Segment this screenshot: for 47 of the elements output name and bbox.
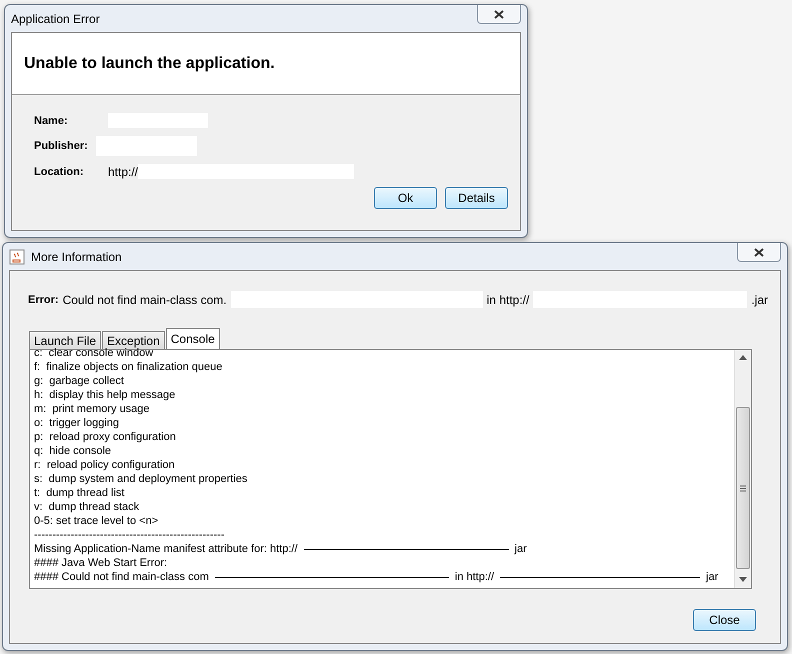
console-line: 0-5: set trace level to <n> <box>34 515 158 527</box>
console-line: jar <box>514 543 527 555</box>
console-line: #### Could not find main-class com <box>34 571 209 583</box>
error-text: .jar <box>751 292 768 306</box>
console-line: r: reload policy configuration <box>34 459 175 471</box>
details-button[interactable]: Details <box>445 187 508 209</box>
scroll-thumb[interactable] <box>736 407 750 569</box>
close-icon <box>754 248 764 256</box>
console-line: g: garbage collect <box>34 375 124 387</box>
close-button[interactable] <box>477 5 521 24</box>
console-line: m: print memory usage <box>34 403 150 415</box>
java-cup-icon <box>9 248 25 264</box>
tab[interactable]: Launch File <box>29 331 102 349</box>
field-label: Name: <box>34 114 69 126</box>
close-button[interactable] <box>737 243 781 262</box>
window-title: More Information <box>31 250 123 264</box>
console-line: f: finalize objects on finalization queue <box>34 361 222 373</box>
scroll-down-arrow-icon[interactable] <box>739 577 747 582</box>
close-icon <box>494 10 504 18</box>
console-line: #### Java Web Start Error: <box>34 557 168 569</box>
error-text: Could not find main-class com. <box>62 292 227 306</box>
grip-icon <box>740 484 746 492</box>
console-line: Missing Application-Name manifest attribute for: http:// <box>34 543 298 555</box>
scrollbar[interactable] <box>734 350 751 588</box>
error-heading: Unable to launch the application. <box>24 54 275 72</box>
ok-button[interactable]: Ok <box>374 187 437 209</box>
console-line: ---------------------------------------------------- <box>34 529 224 541</box>
console-line: s: dump system and deployment properties <box>34 473 248 485</box>
console-line: in http:// <box>454 571 494 583</box>
console-line: c: clear console window <box>34 347 154 359</box>
console-line: p: reload proxy configuration <box>34 431 176 443</box>
console-line: h: display this help message <box>34 389 176 401</box>
console-line: v: dump thread stack <box>34 501 140 513</box>
window-title: Application Error <box>11 12 101 26</box>
console-line: jar <box>706 571 718 583</box>
error-label: Error: <box>28 294 59 306</box>
tab[interactable]: Exception <box>102 331 165 349</box>
field-label: Publisher: <box>34 140 89 152</box>
console-line: q: hide console <box>34 445 112 457</box>
field-label: Location: <box>34 166 84 178</box>
error-text: in http:// <box>486 292 530 306</box>
field-value: http:// <box>108 164 138 178</box>
close-button[interactable]: Close <box>693 609 756 631</box>
console-line: t: dump thread list <box>34 487 124 499</box>
console-line: o: trigger logging <box>34 417 119 429</box>
tab[interactable]: Console <box>166 328 220 349</box>
scroll-up-arrow-icon[interactable] <box>739 355 747 360</box>
